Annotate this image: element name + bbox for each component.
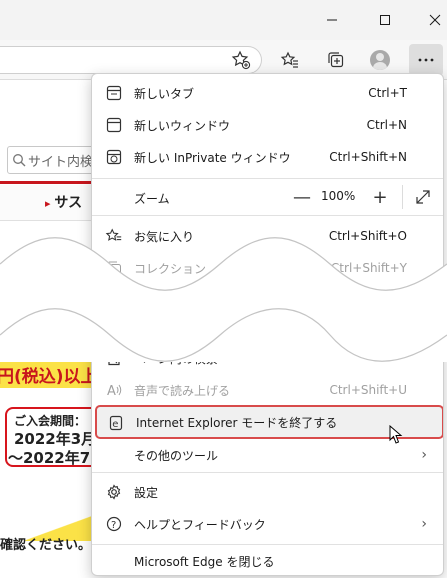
menu-item-label: 音声で読み上げる <box>134 383 231 398</box>
subnav-link[interactable]: サス <box>45 192 82 212</box>
zoom-level: 100% <box>321 189 356 203</box>
find-on-page-icon <box>105 349 123 367</box>
add-favorite-icon <box>231 50 251 70</box>
collections-button[interactable] <box>319 44 353 76</box>
menu-separator <box>92 178 443 179</box>
menu-item-favorites[interactable]: お気に入り Ctrl+Shift+O <box>92 220 443 252</box>
maximize-icon <box>380 15 390 25</box>
svg-text:e: e <box>112 419 118 430</box>
fullscreen-icon <box>416 190 430 204</box>
help-icon: ? <box>105 515 123 533</box>
gear-icon <box>105 483 123 501</box>
menu-item-shortcut: Ctrl+Shift+O <box>328 229 407 243</box>
menu-item-close-edge[interactable]: Microsoft Edge を閉じる <box>92 545 443 575</box>
menu-item-label: 設定 <box>134 485 159 500</box>
menu-item-read-aloud[interactable]: A 音声で読み上げる Ctrl+Shift+U <box>92 374 443 406</box>
collections-icon <box>105 259 123 277</box>
campaign-badge-text: 実施中 <box>44 323 98 344</box>
chevron-right-icon: › <box>421 447 427 463</box>
menu-item-shortcut: Ctrl+T <box>368 86 407 100</box>
svg-text:?: ? <box>111 520 116 531</box>
menu-item-new-inprivate[interactable]: 新しい InPrivate ウィンドウ Ctrl+Shift+N <box>92 141 443 173</box>
zoom-divider <box>402 185 403 209</box>
profile-icon <box>370 50 390 70</box>
enrollment-period-end: ～2022年7 <box>8 449 91 467</box>
maximize-button[interactable] <box>362 0 408 40</box>
menu-item-settings[interactable]: 設定 <box>92 476 443 508</box>
menu-separator <box>92 472 443 473</box>
menu-item-label: ページ内の検索 <box>134 351 218 366</box>
menu-item-shortcut: Ctrl+N <box>366 118 407 132</box>
svg-text:A: A <box>107 384 116 398</box>
favorites-icon <box>280 51 298 68</box>
zoom-label: ズーム <box>134 192 170 206</box>
title-bar <box>0 0 447 40</box>
read-aloud-icon: A <box>105 381 123 399</box>
menu-item-new-tab[interactable]: 新しいタブ Ctrl+T <box>92 77 443 109</box>
menu-item-shortcut: Ctrl+Shift+U <box>329 383 407 397</box>
favorites-button[interactable] <box>273 44 307 76</box>
menu-item-label: 新しいタブ <box>134 86 195 101</box>
site-search-placeholder: サイト内検 <box>28 154 94 170</box>
minimize-button[interactable] <box>309 0 355 40</box>
more-icon <box>418 58 434 62</box>
menu-item-find-on-page[interactable]: ページ内の検索 Ctrl+F <box>92 342 443 374</box>
menu-item-help-and-feedback[interactable]: ? ヘルプとフィードバック › <box>92 508 443 540</box>
menu-item-shortcut: Ctrl+Shift+Y <box>330 261 407 275</box>
confirm-note: 確認ください。 <box>0 538 92 553</box>
mouse-pointer-icon <box>389 425 403 444</box>
menu-item-collections[interactable]: コレクション Ctrl+Shift+Y <box>92 252 443 284</box>
zoom-out-button[interactable]: — <box>291 186 313 208</box>
collections-icon <box>328 52 344 68</box>
menu-item-label: お気に入り <box>134 229 195 244</box>
menu-separator <box>92 215 443 216</box>
enrollment-period-label: ご入会期間： <box>14 414 87 428</box>
minimize-icon <box>327 19 337 21</box>
menu-item-label: コレクション <box>134 261 207 276</box>
close-icon <box>429 14 441 26</box>
address-bar[interactable] <box>0 46 262 74</box>
inprivate-window-icon <box>105 148 123 166</box>
fullscreen-button[interactable] <box>412 186 434 208</box>
close-button[interactable] <box>412 0 447 40</box>
internet-explorer-icon: e <box>107 414 125 432</box>
settings-and-more-button[interactable] <box>409 44 443 76</box>
menu-item-label: Microsoft Edge を閉じる <box>134 554 275 569</box>
menu-item-shortcut: Ctrl+F <box>368 351 407 365</box>
menu-item-label: その他のツール <box>134 448 219 463</box>
zoom-row: ズーム — 100% + <box>92 180 443 214</box>
new-tab-icon <box>105 84 123 102</box>
menu-item-label: ヘルプとフィードバック <box>134 517 266 532</box>
enrollment-period-start: 2022年3月 <box>14 430 97 448</box>
menu-item-label: 新しいウィンドウ <box>134 118 231 133</box>
favorites-icon <box>105 227 123 245</box>
menu-item-label: Internet Explorer モードを終了する <box>136 415 338 430</box>
settings-menu: 新しいタブ Ctrl+T 新しいウィンドウ Ctrl+N 新しい InPriva… <box>91 73 444 576</box>
menu-item-label: 新しい InPrivate ウィンドウ <box>134 150 291 165</box>
search-icon <box>13 154 26 167</box>
profile-button[interactable] <box>363 44 397 76</box>
chevron-right-icon: › <box>421 516 427 532</box>
menu-item-shortcut: Ctrl+Shift+N <box>329 150 407 164</box>
new-window-icon <box>105 116 123 134</box>
zoom-in-button[interactable]: + <box>369 186 391 208</box>
add-favorite-button[interactable] <box>224 44 258 76</box>
menu-item-new-window[interactable]: 新しいウィンドウ Ctrl+N <box>92 109 443 141</box>
